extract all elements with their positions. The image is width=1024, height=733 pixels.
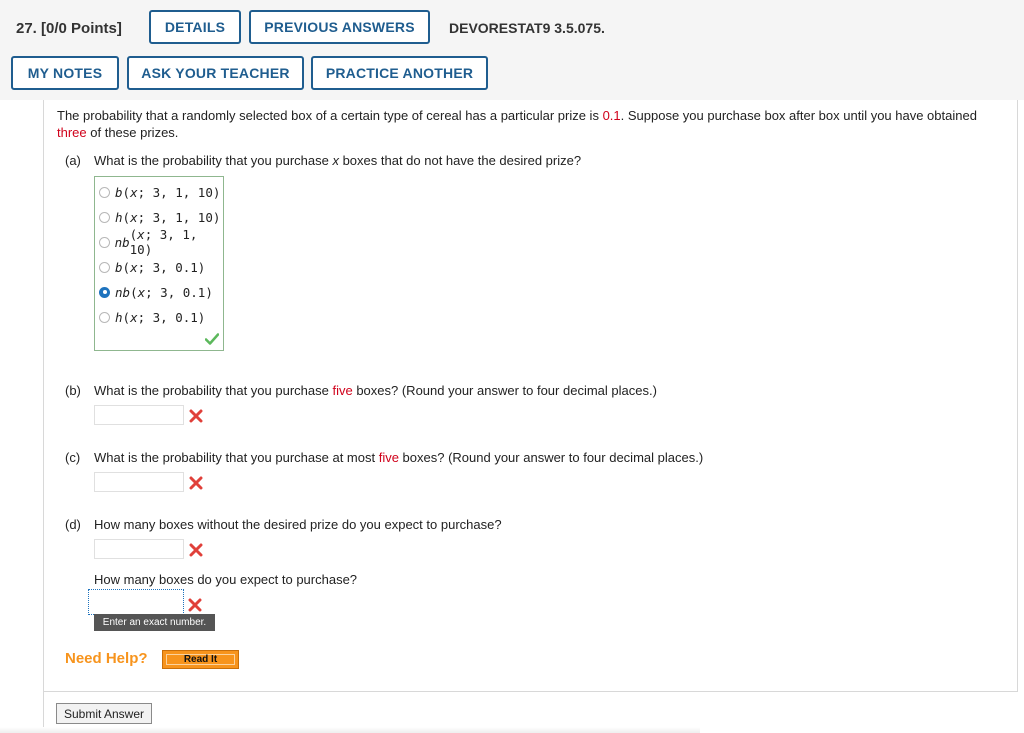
prob-value: 0.1 [602,108,621,123]
question-number: 27. [0/0 Points] [16,20,122,37]
choice-option[interactable]: b (x; 3, 1, 10) [99,183,220,201]
problem-code: DEVORESTAT9 3.5.075. [449,20,605,36]
incorrect-x-icon [189,476,203,490]
radio-icon[interactable] [99,186,110,198]
choice-option[interactable]: h (x; 3, 0.1) [99,308,205,326]
choice-option[interactable]: nb (x; 3, 0.1) [99,283,213,301]
part-a-choices: b (x; 3, 1, 10) h (x; 3, 1, 10) nb (x; 3, 1, … [94,176,224,351]
practice-another-button[interactable]: PRACTICE ANOTHER [311,56,488,90]
submit-answer-button[interactable]: Submit Answer [56,703,152,724]
radio-icon[interactable] [99,261,110,273]
incorrect-x-icon [188,598,202,612]
radio-icon[interactable] [99,211,110,223]
ask-your-teacher-button[interactable]: ASK YOUR TEACHER [127,56,304,90]
bottom-shadow [0,727,700,733]
choice-option[interactable]: h (x; 3, 1, 10) [99,208,220,226]
need-help-label: Need Help? [65,650,148,667]
part-d-total-answer-input[interactable] [88,589,184,615]
choice-function: b [115,259,123,275]
choice-args: (x; 3, 1, 10) [129,227,198,257]
part-d-answer-input[interactable] [94,539,184,559]
choice-function: nb [115,284,131,300]
previous-answers-button[interactable]: PREVIOUS ANSWERS [249,10,430,44]
part-c-answer-input[interactable] [94,472,184,492]
read-it-button[interactable]: Read It [162,650,239,669]
radio-selected-icon[interactable] [99,286,110,298]
choice-function: h [115,209,123,225]
choice-function: h [115,309,123,325]
choice-args: (x; 3, 1, 10) [122,184,221,200]
input-tooltip: Enter an exact number. [94,614,215,631]
part-b-answer-input[interactable] [94,405,184,425]
incorrect-x-icon [189,409,203,423]
choice-args: (x; 3, 0.1) [130,284,213,300]
choice-option[interactable]: nb (x; 3, 1, 10) [99,227,223,257]
radio-icon[interactable] [99,311,110,323]
part-d-question-2: How many boxes do you expect to purchase… [94,572,358,587]
choice-function: nb [114,234,130,250]
choice-option[interactable]: b (x; 3, 0.1) [99,258,205,276]
count-word: three [57,125,87,140]
radio-icon[interactable] [99,236,110,248]
problem-statement: The probability that a randomly selected… [57,108,977,140]
choice-function: b [115,184,123,200]
my-notes-button[interactable]: MY NOTES [11,56,119,90]
choice-args: (x; 3, 1, 10) [122,209,221,225]
details-button[interactable]: DETAILS [149,10,241,44]
correct-check-icon [205,333,219,345]
choice-args: (x; 3, 0.1) [122,309,206,325]
choice-args: (x; 3, 0.1) [122,259,206,275]
question-header: 27. [0/0 Points] DETAILS PREVIOUS ANSWER… [0,0,1024,100]
incorrect-x-icon [189,543,203,557]
